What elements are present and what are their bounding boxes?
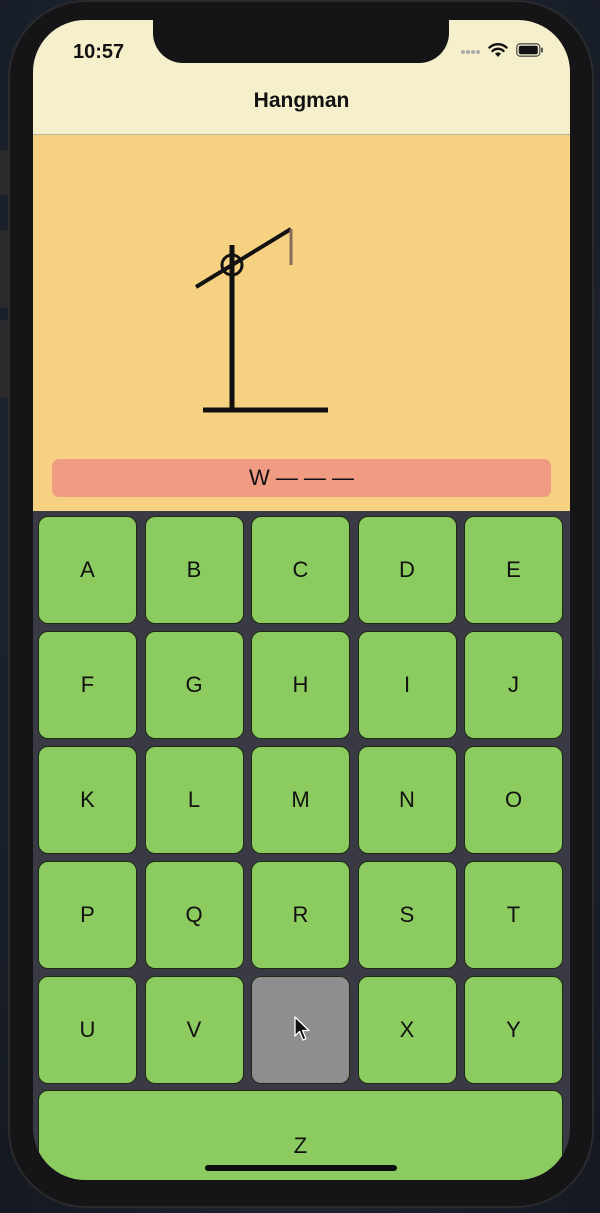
side-button [0,320,8,398]
letter-key[interactable]: X [357,976,457,1084]
letter-key[interactable]: S [357,861,457,969]
word-display: W — — — [52,459,551,497]
letter-key[interactable]: D [357,516,457,624]
letter-key[interactable]: A [38,516,137,624]
side-button [0,230,8,308]
letter-key[interactable]: N [357,746,457,854]
navigation-bar: Hangman [33,80,570,135]
gallows-area: W — — — [33,135,570,511]
notch [153,20,449,63]
letter-key[interactable]: Q [144,861,244,969]
letter-key[interactable]: H [251,631,350,739]
letter-key[interactable]: F [38,631,137,739]
letter-key[interactable]: G [144,631,244,739]
status-time: 10:57 [73,41,125,63]
letter-key[interactable]: V [144,976,244,1084]
letter-key[interactable]: I [357,631,457,739]
letter-key[interactable]: K [38,746,137,854]
mouse-pointer-icon [294,1016,310,1041]
app-screen: 10:57 Hangman W — — — A B C D E F G H I … [33,20,570,1180]
letter-key[interactable]: M [251,746,350,854]
battery-icon [516,43,543,57]
letter-key[interactable]: T [464,861,563,969]
gallows-drawing [194,227,328,413]
letter-key[interactable]: Y [464,976,563,1084]
letter-key[interactable]: L [144,746,244,854]
letter-key[interactable]: E [464,516,563,624]
letter-keyboard: A B C D E F G H I J K L M N O P Q R S T … [33,511,570,1180]
page-title: Hangman [253,89,350,112]
letter-key[interactable]: U [38,976,137,1084]
wifi-icon [488,43,508,57]
side-button [0,150,8,195]
letter-key[interactable]: R [251,861,350,969]
letter-key[interactable]: B [144,516,244,624]
home-indicator [205,1165,397,1171]
letter-key[interactable]: P [38,861,137,969]
cellular-signal-icon [461,50,480,54]
letter-key[interactable]: J [464,631,563,739]
gallows-beam [194,227,293,289]
letter-key[interactable]: O [464,746,563,854]
letter-key[interactable]: C [251,516,350,624]
